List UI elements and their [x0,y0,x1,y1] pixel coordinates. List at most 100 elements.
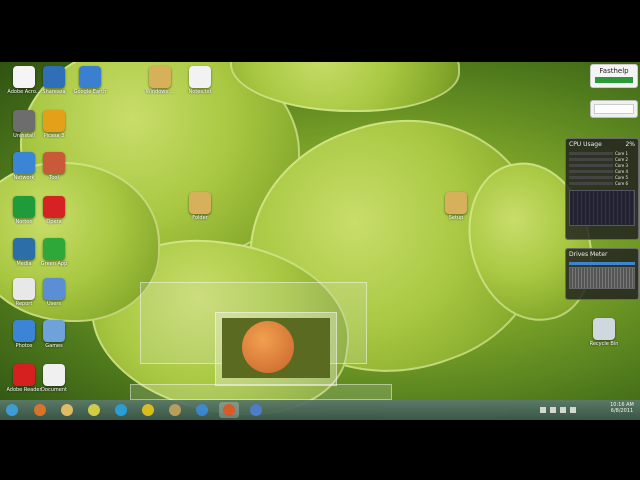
cpu-title: CPU Usage [569,141,602,148]
app-icon [149,66,171,88]
explorer-icon [61,404,73,416]
desktop-icon-label: Opera [46,219,62,225]
desktop-icon-label: Shareaza [42,89,66,95]
start-orb-icon [6,404,18,416]
desktop-icon[interactable]: Google Earth [70,66,110,95]
search-gadget[interactable] [590,100,638,118]
tray-up-arrow-icon[interactable] [540,407,546,413]
desktop-icon-label: Setup [448,215,464,221]
app-icon [13,196,35,218]
fasthelp-title: Fasthelp [599,67,629,75]
taskbar-ie-button[interactable] [192,402,212,418]
fasthelp-gadget[interactable]: Fasthelp [590,64,638,88]
desktop-icon[interactable]: Notes.txt [180,66,220,95]
fasthelp-bar [595,77,633,83]
orange-ball [242,321,294,373]
taskbar-app-yellow-button[interactable] [138,402,158,418]
desktop-icon[interactable]: Folder [180,192,220,221]
desktop-icon-label: Games [45,343,63,349]
cpu-core-label: Core 2 [615,156,629,162]
app-yellow-icon [142,404,154,416]
app-icon [13,238,35,260]
desktop-icon-label: Notes.txt [188,89,212,95]
desktop-background: Adobe Acro... Shareaza Google Earth Windows… [0,62,640,420]
app-icon [43,320,65,342]
search-field[interactable] [594,104,634,114]
taskbar-chrome-button[interactable] [84,402,104,418]
app-icon [79,66,101,88]
desktop-icon[interactable]: Tool [34,152,74,181]
app-icon [43,238,65,260]
cpu-core-bar [569,163,613,167]
desktop-icon[interactable]: Windows ... [140,66,180,95]
firefox-icon [34,404,46,416]
cpu-core-label: Core 3 [615,162,629,168]
taskbar-skype-button[interactable] [111,402,131,418]
taskbar-explorer-button[interactable] [57,402,77,418]
taskbar-app-blue-button[interactable] [246,402,266,418]
desktop-icon[interactable]: Setup [436,192,476,221]
taskbar: 10:16 AM 6/8/2011 [0,400,640,420]
clock-date: 6/8/2011 [610,408,634,414]
notification-area[interactable] [540,404,600,416]
desktop-icon-label: Users [46,301,61,307]
drive-graph [569,267,635,289]
desktop-icon-label: Folder [192,215,208,221]
taskbar-powerpoint-button[interactable] [219,402,239,418]
app-icon [13,364,35,386]
app-icon [43,196,65,218]
flag-icon[interactable] [570,407,576,413]
cpu-core-bar [569,151,613,155]
desktop-icon-label: Tool [49,175,59,181]
cpu-percent: 2% [625,141,635,148]
app-icon [43,110,65,132]
desktop-icon-label: Google Earth [73,89,107,95]
taskbar-firefox-button[interactable] [30,402,50,418]
taskbar-app-folder-button[interactable] [165,402,185,418]
app-icon [13,66,35,88]
app-icon [189,66,211,88]
desktop-icon[interactable]: Opera [34,196,74,225]
app-icon [43,278,65,300]
desktop-icon[interactable]: Green App [34,238,74,267]
volume-icon[interactable] [560,407,566,413]
desktop-icon-label: Recycle Bin [589,341,619,347]
app-icon [13,320,35,342]
desktop-icon-label: Green App [40,261,68,267]
app-icon [445,192,467,214]
app-icon [43,66,65,88]
ie-icon [196,404,208,416]
app-icon [13,110,35,132]
cpu-graph [569,190,635,226]
app-icon [13,152,35,174]
cpu-core-bar [569,169,613,173]
video-preview [222,318,330,378]
desktop-icon[interactable]: Picasa 3 [34,110,74,139]
drive-bar [569,262,635,265]
app-blue-icon [250,404,262,416]
taskbar-start-orb-button[interactable] [2,402,22,418]
cpu-core-bar [569,175,613,179]
app-icon [43,152,65,174]
desktop-icon[interactable]: Games [34,320,74,349]
drives-title: Drives Meter [569,251,608,258]
cpu-core-label: Core 4 [615,168,629,174]
network-icon[interactable] [550,407,556,413]
app-icon [189,192,211,214]
desktop-icon[interactable]: Users [34,278,74,307]
desktop-icon-label: Windows ... [145,89,175,95]
cpu-core-label: Core 6 [615,180,629,186]
skype-icon [115,404,127,416]
cpu-core-label: Core 1 [615,150,629,156]
clock[interactable]: 10:16 AM 6/8/2011 [606,402,638,414]
app-icon [43,364,65,386]
desktop-icon[interactable]: Recycle Bin [584,318,624,347]
app-icon [13,278,35,300]
drives-meter-gadget: Drives Meter [565,248,639,300]
desktop-icon[interactable]: Document [34,364,74,393]
desktop-icon-label: Document [41,387,67,393]
desktop-icon[interactable]: Shareaza [34,66,74,95]
cpu-core-label: Core 5 [615,174,629,180]
cpu-core-bar [569,181,613,185]
app-icon [593,318,615,340]
